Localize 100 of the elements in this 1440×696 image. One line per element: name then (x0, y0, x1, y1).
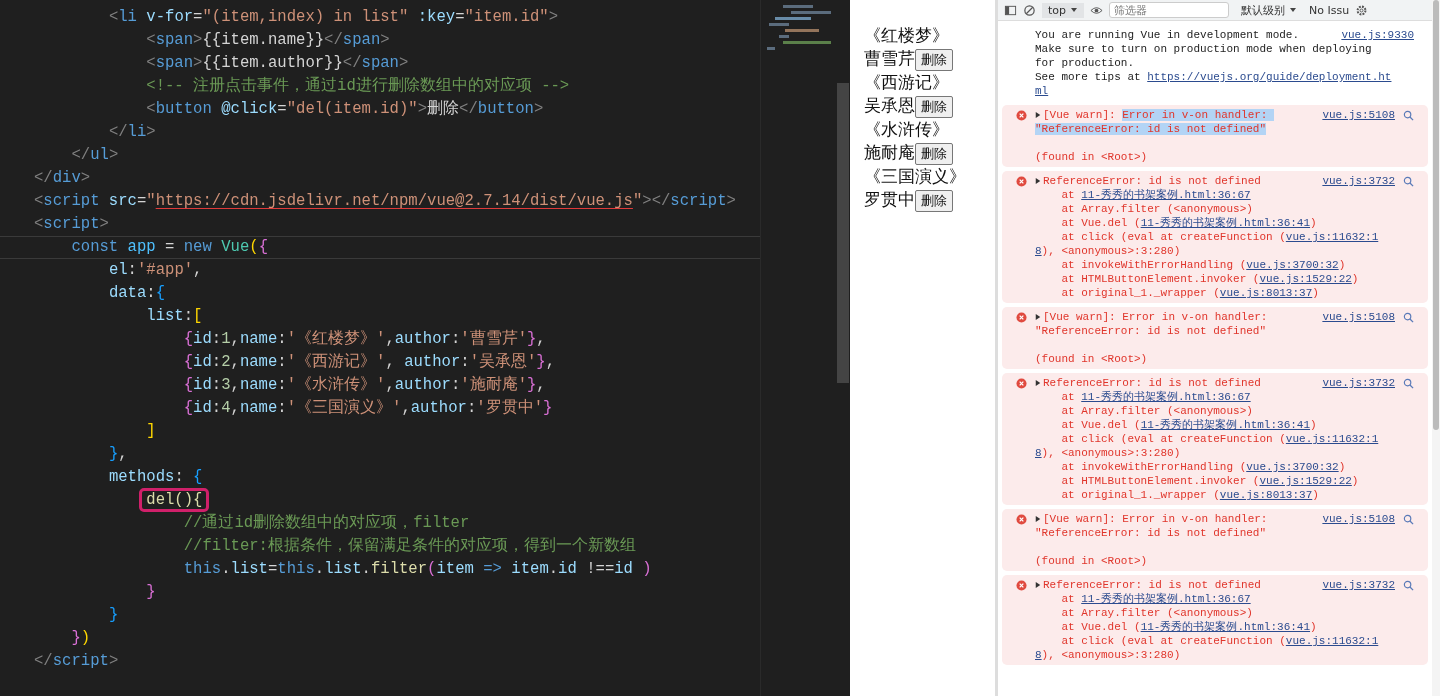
source-link[interactable]: vue.js:5108 (1322, 310, 1395, 324)
console-text: You are running Vue in development mode. (1035, 28, 1300, 42)
code-text: }, (108, 445, 128, 463)
code-text: } (108, 606, 119, 624)
code-text: </li> (108, 123, 156, 141)
console-link[interactable]: https://vuejs.org/guide/deployment.ht (1147, 71, 1392, 83)
book-title: 《西游记》 (864, 72, 949, 92)
filter-field[interactable]: 筛选器 (1109, 2, 1230, 18)
search-icon[interactable] (1403, 110, 1414, 121)
scrollbar-thumb[interactable] (1433, 0, 1439, 430)
console-text: at Array.filter (<anonymous>) (1060, 202, 1253, 216)
code-text: <li v-for="(item,index) in list" :key="item.id"> (108, 8, 559, 26)
console-link[interactable]: 11-秀秀的书架案例.html:36:41 (1140, 419, 1311, 431)
code-text: ] (146, 422, 156, 440)
search-icon[interactable] (1403, 514, 1414, 525)
search-icon[interactable] (1403, 312, 1414, 323)
code-text: <span>{{item.author}}</span> (146, 54, 409, 72)
error-icon (1016, 176, 1027, 187)
console-text: (found in <Root>) (1035, 150, 1148, 164)
console-link[interactable]: 11-秀秀的书架案例.html:36:41 (1140, 621, 1311, 633)
book-author: 曹雪芹 (864, 48, 915, 68)
highlighted-code: del(){ (139, 488, 210, 512)
code-text: //filter:根据条件，保留满足条件的对应项，得到一个新数组 (183, 537, 636, 555)
console-link[interactable]: vue.js:8013:37 (1219, 287, 1313, 299)
console-text: at 11-秀秀的书架案例.html:36:67 (1060, 592, 1251, 606)
console-link[interactable]: vue.js:11632:1 (1285, 433, 1379, 445)
error-icon (1016, 580, 1027, 591)
search-icon[interactable] (1403, 580, 1414, 591)
console-link[interactable]: vue.js:1529:22 (1259, 273, 1352, 285)
level-dropdown[interactable]: 默认级别 (1235, 1, 1304, 19)
console-text: at Vue.del (11-秀秀的书架案例.html:36:41) (1060, 620, 1317, 634)
console-text: See more tips at https://vuejs.org/guide/deployment.ht (1035, 70, 1392, 84)
console-link[interactable]: vue.js:3700:32 (1246, 259, 1339, 271)
sidebar-icon[interactable] (1004, 3, 1017, 17)
caret-icon (1070, 6, 1079, 14)
console-text: ReferenceError: id is not defined (1043, 174, 1261, 188)
console-text: at 11-秀秀的书架案例.html:36:67 (1060, 188, 1251, 202)
console-text: (found in <Root>) (1035, 554, 1148, 568)
console-text: at 11-秀秀的书架案例.html:36:67 (1060, 390, 1251, 404)
console-text: at Array.filter (<anonymous>) (1060, 606, 1253, 620)
console-link[interactable]: 8 (1035, 447, 1042, 459)
console-text: [Vue warn]: Error in v-on handler: (1043, 512, 1268, 526)
console-text: [Vue warn]: Error in v-on handler: (1043, 310, 1268, 324)
source-link[interactable]: vue.js:3732 (1322, 578, 1395, 592)
console-text: for production. (1035, 56, 1135, 70)
code-text: this.list=this.list.filter(item => item.id !==id ) (183, 560, 652, 578)
book-author: 罗贯中 (864, 189, 915, 209)
console-text: ReferenceError: id is not defined (1043, 578, 1261, 592)
expand-triangle-icon[interactable] (1035, 313, 1041, 321)
code-editor[interactable] (0, 0, 760, 696)
code-text: }) (71, 629, 91, 647)
context-dropdown[interactable]: top (1042, 2, 1085, 18)
code-text: </div> (34, 169, 91, 187)
console-link[interactable]: 11-秀秀的书架案例.html:36:67 (1081, 391, 1251, 403)
console-link[interactable]: vue.js:3700:32 (1246, 461, 1339, 473)
delete-button[interactable]: 删除 (915, 49, 953, 71)
delete-button[interactable]: 删除 (915, 190, 953, 212)
code-text: </ul> (71, 146, 119, 164)
console-link[interactable]: vue.js:11632:1 (1285, 635, 1379, 647)
book-title: 《红楼梦》 (864, 25, 949, 45)
source-link[interactable]: vue.js:5108 (1322, 108, 1395, 122)
console-link[interactable]: ml (1035, 85, 1049, 97)
expand-triangle-icon[interactable] (1035, 379, 1041, 387)
console-text: at Vue.del (11-秀秀的书架案例.html:36:41) (1060, 418, 1317, 432)
delete-button[interactable]: 删除 (915, 96, 953, 118)
delete-button[interactable]: 删除 (915, 143, 953, 165)
console-link[interactable]: 11-秀秀的书架案例.html:36:67 (1081, 593, 1251, 605)
console-link[interactable]: 11-秀秀的书架案例.html:36:41 (1140, 217, 1311, 229)
expand-triangle-icon[interactable] (1035, 111, 1041, 119)
console-text: ReferenceError: id is not defined (1043, 376, 1261, 390)
console-link[interactable]: 8 (1035, 245, 1042, 257)
source-link[interactable]: vue.js:3732 (1322, 174, 1395, 188)
console-text: at HTMLButtonElement.invoker (vue.js:1529:22) (1060, 272, 1359, 286)
search-icon[interactable] (1403, 176, 1414, 187)
code-text: </script> (34, 652, 119, 670)
scrollbar-thumb[interactable] (837, 83, 849, 383)
console-text: 8), <anonymous>:3:280) (1035, 244, 1181, 258)
settings-icon[interactable] (1355, 3, 1369, 17)
console-link[interactable]: vue.js:8013:37 (1219, 489, 1313, 501)
search-icon[interactable] (1403, 378, 1414, 389)
console-link[interactable]: vue.js:11632:1 (1285, 231, 1379, 243)
source-link[interactable]: vue.js:9330 (1341, 28, 1414, 42)
source-link[interactable]: vue.js:5108 (1322, 512, 1395, 526)
console-text: at invokeWithErrorHandling (vue.js:3700:32) (1060, 460, 1346, 474)
console-text: 8), <anonymous>:3:280) (1035, 648, 1181, 662)
code-text: <script> (34, 215, 109, 233)
console-text: at click (eval at createFunction (vue.js:11632:1 (1060, 432, 1379, 446)
expand-triangle-icon[interactable] (1035, 177, 1041, 185)
clear-icon[interactable] (1023, 3, 1036, 17)
console-text: "ReferenceError: id is not defined" (1035, 122, 1267, 136)
book-title: 《三国演义》 (864, 166, 966, 186)
expand-triangle-icon[interactable] (1035, 581, 1041, 589)
code-text: const app = new Vue({ (71, 238, 268, 256)
source-link[interactable]: vue.js:3732 (1322, 376, 1395, 390)
console-link[interactable]: vue.js:1529:22 (1259, 475, 1352, 487)
error-icon (1016, 378, 1027, 389)
console-link[interactable]: 8 (1035, 649, 1042, 661)
code-text: <span>{{item.name}}</span> (146, 31, 390, 49)
expand-triangle-icon[interactable] (1035, 515, 1041, 523)
console-link[interactable]: 11-秀秀的书架案例.html:36:67 (1081, 189, 1251, 201)
